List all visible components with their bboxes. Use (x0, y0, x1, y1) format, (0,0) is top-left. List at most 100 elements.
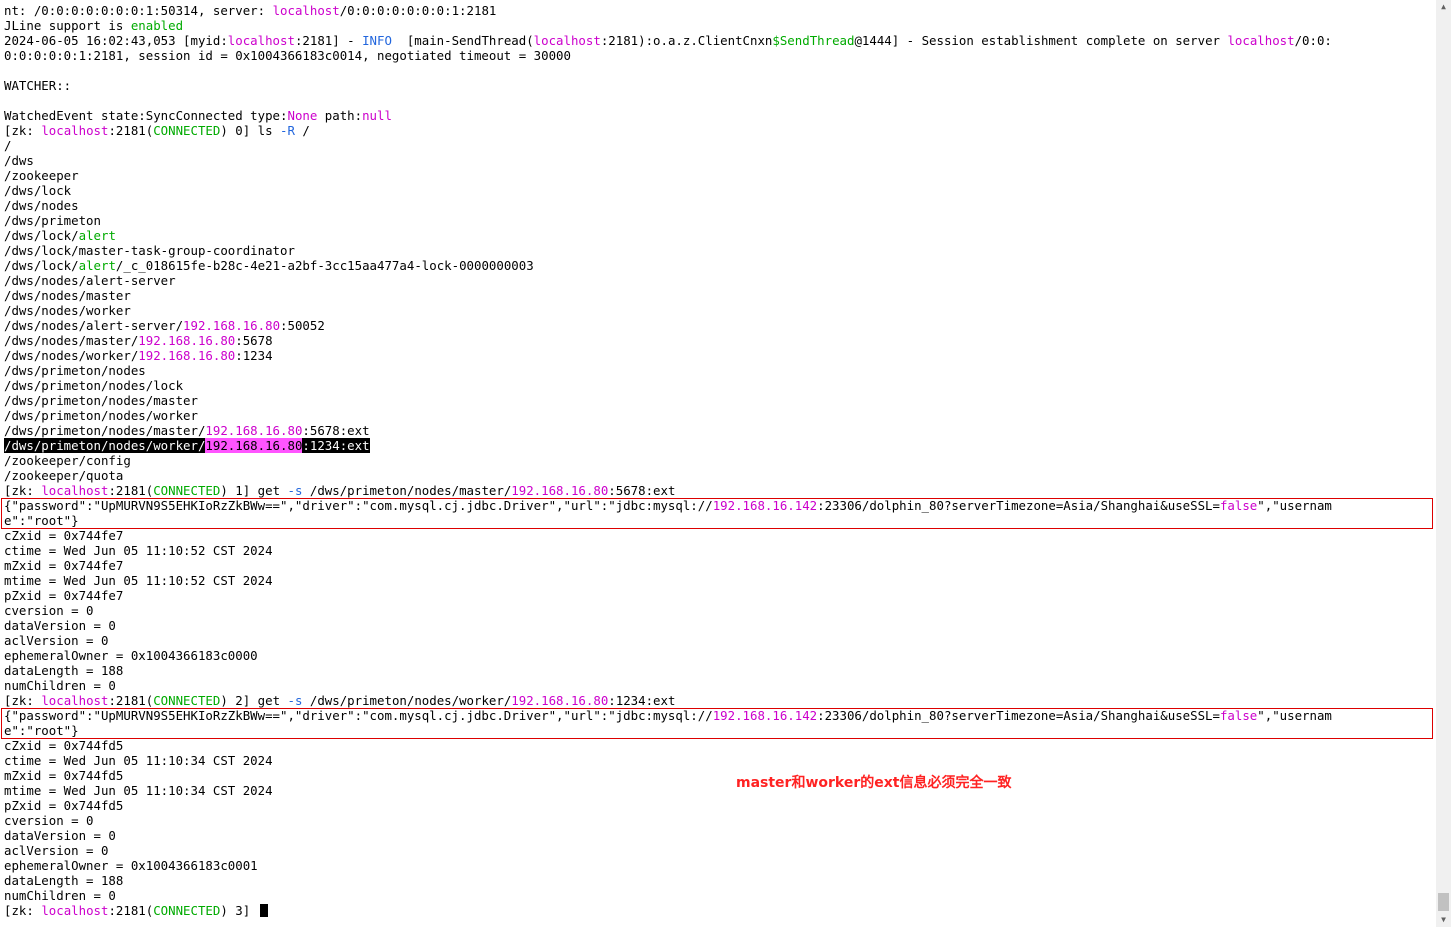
terminal-line: /dws/nodes (4, 198, 1432, 213)
terminal-text-segment: -s (287, 483, 303, 498)
terminal-text-segment: ) 1] get (220, 483, 288, 498)
terminal-text-segment: /dws/primeton/nodes/master (4, 393, 198, 408)
terminal-text-segment: /dws (4, 153, 34, 168)
terminal-text-segment: localhost (41, 123, 109, 138)
terminal-text-segment: /0:0: (1294, 33, 1332, 48)
terminal-line: mZxid = 0x744fe7 (4, 558, 1432, 573)
terminal-text-segment: /dws/nodes/alert-server (4, 273, 176, 288)
terminal-text-segment: CONNECTED (153, 123, 221, 138)
terminal-line: [zk: localhost:2181(CONNECTED) 1] get -s… (4, 483, 1432, 498)
terminal-line: 0:0:0:0:0:1:2181, session id = 0x1004366… (4, 48, 1432, 63)
terminal-text-segment: :2181( (108, 693, 154, 708)
terminal-text-segment: :5678:ext (608, 483, 676, 498)
terminal-text-segment: CONNECTED (153, 483, 221, 498)
terminal-text-segment: [zk: (4, 903, 42, 918)
terminal-line: ctime = Wed Jun 05 11:10:52 CST 2024 (4, 543, 1432, 558)
terminal-text-segment: CONNECTED (153, 693, 221, 708)
terminal-line: dataVersion = 0 (4, 828, 1432, 843)
terminal-output[interactable]: nt: /0:0:0:0:0:0:0:1:50314, server: loca… (4, 3, 1432, 918)
terminal-text-segment: alert (78, 228, 116, 243)
terminal-text-segment: 0:0:0:0:0:1:2181, session id = 0x1004366… (4, 48, 571, 63)
terminal-line: /dws/primeton/nodes/master (4, 393, 1432, 408)
terminal-line: /dws/primeton/nodes/lock (4, 378, 1432, 393)
terminal-line: /dws/nodes/alert-server/192.168.16.80:50… (4, 318, 1432, 333)
terminal-text-segment: /dws/primeton/nodes (4, 363, 146, 378)
terminal-line: /dws/primeton/nodes (4, 363, 1432, 378)
terminal-text-segment: localhost (41, 693, 109, 708)
terminal-text-segment: 192.168.16.80 (205, 423, 303, 438)
scroll-thumb[interactable] (1438, 893, 1449, 911)
terminal-text-segment: ) 2] get (220, 693, 288, 708)
terminal-text-segment: aclVersion = 0 (4, 843, 109, 858)
terminal-text-segment: :5678:ext (302, 423, 370, 438)
terminal-line: mZxid = 0x744fd5 (4, 768, 1432, 783)
terminal-line: /dws/primeton/nodes/master/192.168.16.80… (4, 423, 1432, 438)
terminal-text-segment: localhost (533, 33, 601, 48)
terminal-text-segment: /zookeeper/config (4, 453, 131, 468)
terminal-text-segment: enabled (130, 18, 184, 33)
terminal-line: /dws/lock/alert/_c_018615fe-b28c-4e21-a2… (4, 258, 1432, 273)
terminal-text-segment: localhost (1227, 33, 1295, 48)
terminal-text-segment: [main-SendThread( (391, 33, 534, 48)
terminal-text-segment: ephemeralOwner = 0x1004366183c0001 (4, 858, 258, 873)
terminal-text-segment: ctime = Wed Jun 05 11:10:52 CST 2024 (4, 543, 273, 558)
terminal-text-segment: localhost (272, 3, 340, 18)
terminal-text-segment: /dws/nodes/master (4, 288, 131, 303)
terminal-text-segment: path: (317, 108, 363, 123)
terminal-text-segment: 192.168.16.80 (138, 333, 236, 348)
terminal-text-segment: /zookeeper/quota (4, 468, 124, 483)
terminal-cursor (259, 904, 268, 917)
terminal-line: /dws/lock (4, 183, 1432, 198)
terminal-text-segment: dataVersion = 0 (4, 828, 116, 843)
terminal-text-segment: cZxid = 0x744fd5 (4, 738, 124, 753)
terminal-line: /zookeeper/config (4, 453, 1432, 468)
terminal-text-segment: /dws/primeton/nodes/worker/ (302, 693, 512, 708)
terminal-text-segment: None (287, 108, 318, 123)
terminal-line: cZxid = 0x744fe7 (4, 528, 1432, 543)
terminal-text-segment: pZxid = 0x744fd5 (4, 798, 124, 813)
terminal-line: numChildren = 0 (4, 888, 1432, 903)
terminal-text-segment: [zk: (4, 123, 42, 138)
terminal-text-segment: /dws/lock/ (4, 258, 79, 273)
terminal-line: ephemeralOwner = 0x1004366183c0000 (4, 648, 1432, 663)
terminal-line: mtime = Wed Jun 05 11:10:34 CST 2024 (4, 783, 1432, 798)
terminal-text-segment: 192.168.16.80 (511, 693, 609, 708)
terminal-text-segment: / (4, 138, 12, 153)
terminal-line: [zk: localhost:2181(CONNECTED) 0] ls -R … (4, 123, 1432, 138)
terminal-line: /zookeeper (4, 168, 1432, 183)
terminal-text-segment: /dws/primeton/nodes/master/ (302, 483, 512, 498)
terminal-text-segment: nt: /0:0:0:0:0:0:0:1:50314, server: (4, 3, 273, 18)
terminal-line: /zookeeper/quota (4, 468, 1432, 483)
terminal-line: pZxid = 0x744fd5 (4, 798, 1432, 813)
terminal-text-segment: aclVersion = 0 (4, 633, 109, 648)
terminal-text-segment: mtime = Wed Jun 05 11:10:34 CST 2024 (4, 783, 273, 798)
terminal-line: dataLength = 188 (4, 663, 1432, 678)
terminal-text-segment: /dws/nodes/alert-server/ (4, 318, 184, 333)
terminal-line: mtime = Wed Jun 05 11:10:52 CST 2024 (4, 573, 1432, 588)
terminal-text-segment: 192.168.16.80 (511, 483, 609, 498)
terminal-text-segment: [zk: (4, 483, 42, 498)
terminal-line: /dws/primeton (4, 213, 1432, 228)
terminal-text-segment: /0:0:0:0:0:0:0:1:2181 (339, 3, 497, 18)
terminal-text-segment: @1444] - Session establishment complete … (854, 33, 1228, 48)
vertical-scrollbar[interactable]: ▲ ▼ (1436, 0, 1451, 927)
terminal-line: /dws/nodes/worker (4, 303, 1432, 318)
terminal-text-segment: /dws/lock/ (4, 228, 79, 243)
terminal-text-segment: dataLength = 188 (4, 873, 124, 888)
terminal-text-segment: :1234:ext (302, 438, 370, 453)
terminal-text-segment: /dws/primeton/nodes/lock (4, 378, 184, 393)
scroll-down-arrow-icon[interactable]: ▼ (1436, 913, 1451, 927)
terminal-line: aclVersion = 0 (4, 633, 1432, 648)
terminal-text-segment: INFO (362, 33, 392, 48)
terminal-line: /dws/primeton/nodes/worker (4, 408, 1432, 423)
highlight-box-master-ext (1, 498, 1433, 529)
terminal-text-segment: pZxid = 0x744fe7 (4, 588, 124, 603)
terminal-line: numChildren = 0 (4, 678, 1432, 693)
terminal-text-segment: /dws/primeton (4, 213, 101, 228)
scroll-up-arrow-icon[interactable]: ▲ (1436, 0, 1451, 14)
terminal-text-segment: cversion = 0 (4, 603, 94, 618)
terminal-text-segment: mtime = Wed Jun 05 11:10:52 CST 2024 (4, 573, 273, 588)
terminal-line: nt: /0:0:0:0:0:0:0:1:50314, server: loca… (4, 3, 1432, 18)
